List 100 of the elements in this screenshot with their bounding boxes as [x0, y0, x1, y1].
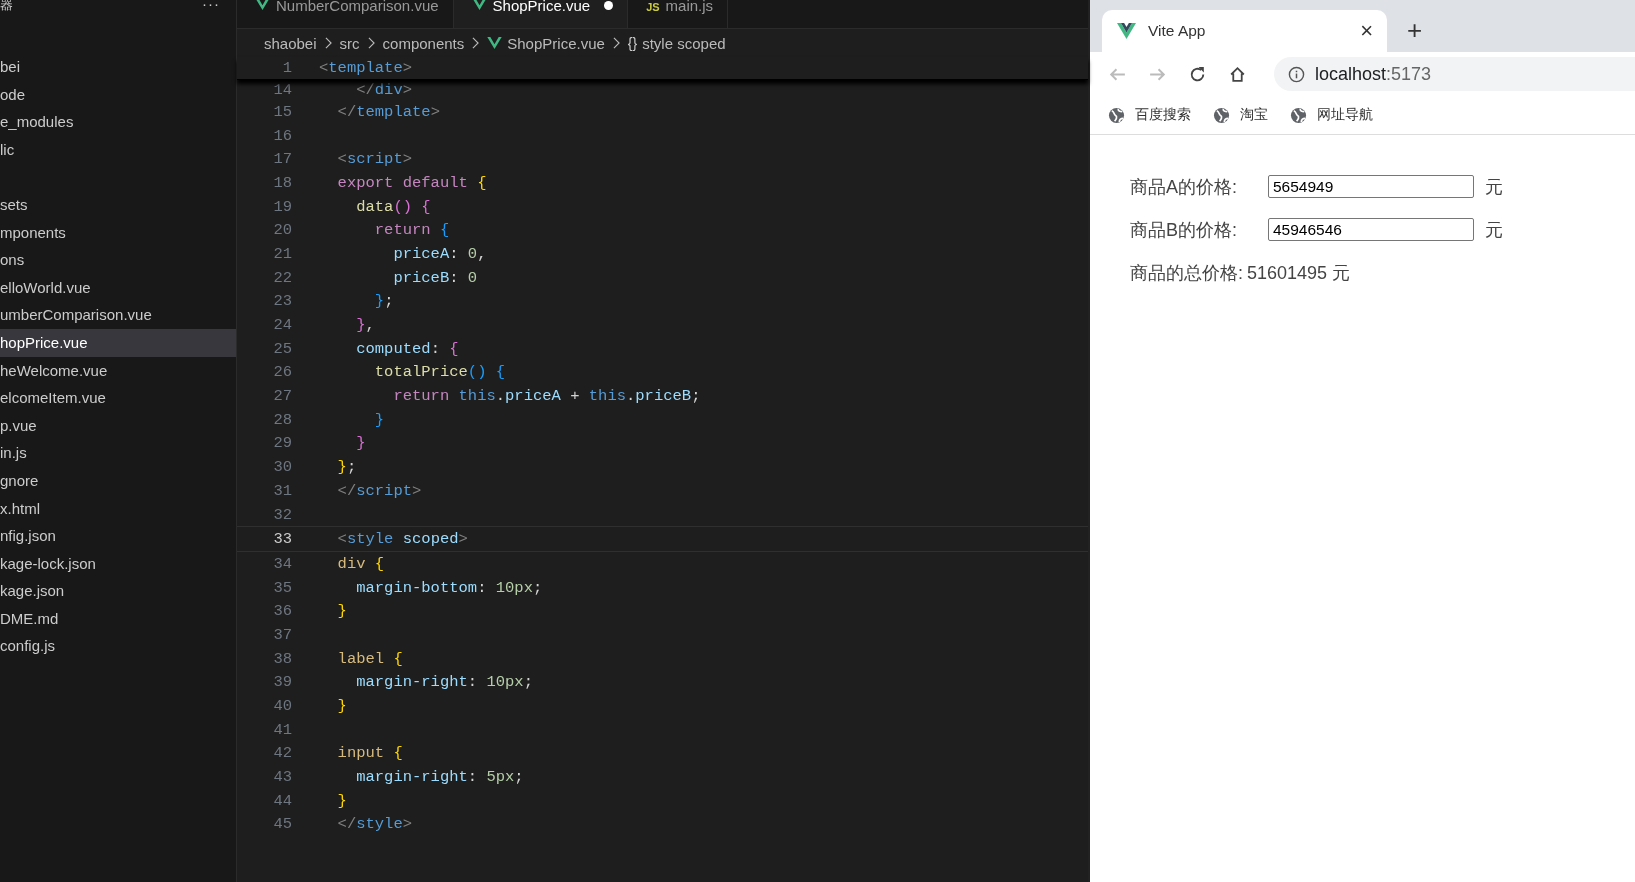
price-input[interactable]: 45946546: [1268, 218, 1474, 241]
code-line: return {: [373, 221, 450, 240]
globe-icon: [1290, 106, 1307, 124]
file-tree-item[interactable]: kage.json: [0, 577, 236, 605]
line-number: 33: [272, 530, 292, 549]
vue-logo-icon: [255, 0, 270, 10]
unsaved-dot-icon: [604, 1, 614, 10]
file-tree-item[interactable]: bei: [0, 53, 236, 81]
code-line: priceB: 0: [392, 268, 478, 287]
line-number: 25: [272, 339, 292, 358]
code-line: input {: [336, 744, 403, 763]
close-icon[interactable]: ×: [1360, 18, 1373, 44]
line-number: 22: [272, 268, 292, 287]
file-tree-item[interactable]: mponents: [0, 218, 236, 247]
code-line: <template>: [319, 59, 413, 77]
braces-icon: {}: [627, 35, 638, 51]
line-number: 17: [272, 150, 292, 169]
js-file-icon: JS: [646, 0, 660, 14]
file-tree-item[interactable]: config.js: [0, 632, 236, 661]
globe-icon: [1213, 106, 1230, 124]
vue-logo-icon: [487, 37, 503, 49]
code-line: };: [373, 292, 394, 311]
line-number: 35: [272, 578, 292, 597]
file-tree-item[interactable]: elloWorld.vue: [0, 273, 236, 302]
code-line: margin-right: 5px;: [355, 768, 524, 787]
breadcrumb-item[interactable]: ShopPrice.vue: [507, 34, 605, 52]
info-icon: [1288, 65, 1305, 83]
address-bar[interactable]: localhost:5173: [1274, 57, 1635, 91]
file-tree-item[interactable]: gnore: [0, 466, 236, 495]
line-number: 38: [272, 649, 292, 668]
line-number: 30: [272, 458, 292, 477]
code-line: label {: [336, 649, 403, 668]
reload-icon[interactable]: [1188, 64, 1207, 84]
line-number: 14: [272, 81, 292, 99]
bookmark[interactable]: 百度搜索: [1108, 106, 1191, 124]
file-tree-item[interactable]: p.vue: [0, 411, 236, 440]
new-tab-button[interactable]: +: [1407, 15, 1423, 46]
chevron-right-icon: [367, 37, 375, 49]
code-line: }: [336, 791, 347, 810]
line-number: 15: [272, 102, 292, 121]
line-number: 41: [272, 720, 292, 739]
more-actions-icon[interactable]: ···: [202, 0, 220, 11]
file-tree-item[interactable]: hopPrice.vue: [0, 328, 236, 357]
line-number: 36: [272, 602, 292, 621]
line-number: 45: [272, 815, 292, 834]
code-line: <script>: [336, 150, 413, 169]
globe-icon: [1108, 106, 1125, 124]
line-number: 39: [272, 673, 292, 692]
code-line: }: [355, 434, 366, 453]
line-number: 18: [272, 173, 292, 192]
vue-logo-icon: [1117, 23, 1136, 39]
breadcrumb-item[interactable]: shaobei: [264, 34, 317, 52]
browser-tab[interactable]: Vite App ×: [1102, 10, 1387, 52]
price-input[interactable]: 5654949: [1268, 175, 1474, 198]
code-line: </div>: [355, 81, 413, 99]
code-line: priceA: 0,: [392, 244, 487, 263]
vue-logo-icon: [471, 0, 487, 10]
price-label: 商品A的价格:: [1130, 175, 1238, 199]
file-tree-item[interactable]: sets: [0, 190, 236, 219]
total-value: 51601495 元: [1247, 261, 1351, 285]
editor-tab[interactable]: ShopPrice.vue: [453, 0, 629, 28]
file-tree-item[interactable]: umberComparison.vue: [0, 301, 236, 329]
file-tree-item[interactable]: DME.md: [0, 604, 236, 633]
file-tree-item[interactable]: ode: [0, 80, 236, 109]
breadcrumb-item[interactable]: src: [339, 34, 360, 52]
line-number: 1: [281, 59, 292, 77]
line-number: 19: [272, 197, 292, 216]
line-number: 20: [272, 221, 292, 240]
code-line: totalPrice() {: [373, 363, 506, 382]
code-line: computed: {: [355, 339, 459, 358]
code-line: };: [336, 458, 357, 477]
home-icon[interactable]: [1228, 64, 1247, 84]
code-line: margin-bottom: 10px;: [355, 578, 543, 597]
code-line: },: [355, 316, 375, 335]
file-tree-item[interactable]: lic: [0, 135, 236, 164]
line-number: 32: [272, 505, 292, 524]
line-number: 16: [272, 126, 292, 145]
file-tree-item[interactable]: x.html: [0, 494, 236, 523]
code-line: <style scoped>: [336, 530, 468, 549]
file-tree-item[interactable]: elcomeItem.vue: [0, 384, 236, 412]
line-number: 26: [272, 363, 292, 382]
file-tree-item[interactable]: ons: [0, 246, 236, 274]
code-line: data() {: [355, 197, 431, 216]
bookmark[interactable]: 网址导航: [1290, 106, 1373, 124]
line-number: 37: [272, 625, 292, 644]
file-tree-item[interactable]: e_modules: [0, 108, 236, 136]
line-number: 21: [272, 244, 292, 263]
code-line: }: [373, 410, 385, 429]
breadcrumb-item[interactable]: style scoped: [642, 34, 726, 52]
file-tree-item[interactable]: nfig.json: [0, 522, 236, 550]
file-tree-item[interactable]: in.js: [0, 439, 236, 467]
code-line: }: [336, 697, 347, 716]
chevron-right-icon: [324, 37, 332, 49]
bookmark[interactable]: 淘宝: [1213, 106, 1268, 124]
line-number: 40: [272, 697, 292, 716]
line-number: 24: [272, 316, 292, 335]
file-tree-item[interactable]: heWelcome.vue: [0, 356, 236, 385]
line-number: 42: [272, 744, 292, 763]
file-tree-item[interactable]: kage-lock.json: [0, 549, 236, 578]
breadcrumb-item[interactable]: components: [382, 34, 465, 52]
